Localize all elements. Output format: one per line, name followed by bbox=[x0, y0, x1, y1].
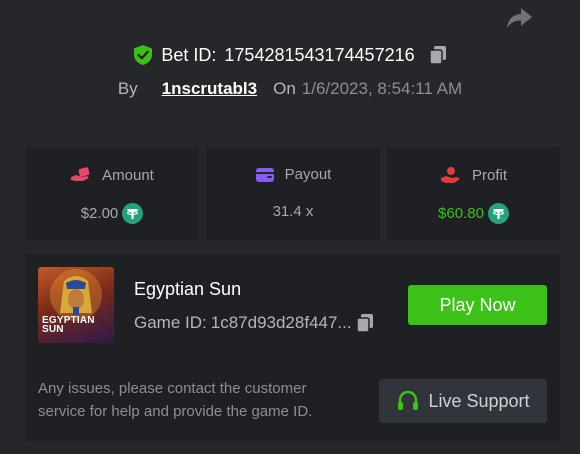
payout-card: Payout 31.4 x bbox=[206, 147, 380, 240]
game-id-value: 1c87d93d28f447... bbox=[210, 313, 352, 332]
wallet-icon bbox=[255, 167, 274, 182]
amount-value: $2.00 bbox=[80, 205, 119, 222]
bet-id-label: Bet ID: bbox=[161, 44, 217, 65]
bet-id-row: Bet ID: 1754281543174457216 bbox=[0, 44, 580, 66]
share-icon[interactable] bbox=[505, 6, 533, 30]
payout-value: 31.4 x bbox=[272, 203, 314, 220]
profit-value: $60.80 bbox=[438, 205, 484, 222]
game-id-row: Game ID: 1c87d93d28f447... bbox=[134, 313, 374, 333]
profit-hand-icon bbox=[440, 167, 460, 183]
amount-label: Amount bbox=[102, 166, 154, 184]
tether-icon bbox=[487, 203, 509, 224]
profit-label: Profit bbox=[471, 166, 507, 184]
by-label: By bbox=[117, 79, 138, 98]
support-note: Any issues, please contact the customer … bbox=[38, 380, 313, 420]
bet-id-value: 1754281543174457216 bbox=[224, 44, 415, 65]
thumbnail-title: EGYPTIAN SUN bbox=[42, 315, 95, 335]
bet-date: 1/6/2023, 8:54:11 AM bbox=[301, 79, 463, 98]
headset-icon bbox=[398, 390, 419, 410]
username-link[interactable]: 1nscrutabl3 bbox=[162, 79, 257, 99]
live-support-button[interactable]: Live Support bbox=[379, 379, 547, 423]
hand-coin-icon bbox=[71, 167, 90, 181]
on-label: On bbox=[273, 79, 296, 98]
copy-icon[interactable] bbox=[428, 45, 447, 65]
live-support-label: Live Support bbox=[428, 390, 530, 411]
payout-label: Payout bbox=[284, 166, 332, 183]
amount-card: Amount $2.00 bbox=[25, 147, 199, 240]
tether-icon bbox=[122, 203, 144, 224]
play-now-button[interactable]: Play Now bbox=[408, 285, 547, 325]
game-id-label: Game ID: bbox=[134, 313, 207, 332]
bet-author-row: By 1nscrutabl3 On 1/6/2023, 8:54:11 AM bbox=[0, 79, 580, 99]
game-thumbnail[interactable]: EGYPTIAN SUN bbox=[38, 267, 114, 343]
copy-icon[interactable] bbox=[355, 313, 374, 333]
game-panel: EGYPTIAN SUN Egyptian Sun Game ID: 1c87d… bbox=[25, 254, 560, 441]
profit-card: Profit $60.80 bbox=[387, 147, 560, 240]
shield-check-icon bbox=[134, 45, 153, 65]
game-name: Egyptian Sun bbox=[134, 279, 242, 299]
